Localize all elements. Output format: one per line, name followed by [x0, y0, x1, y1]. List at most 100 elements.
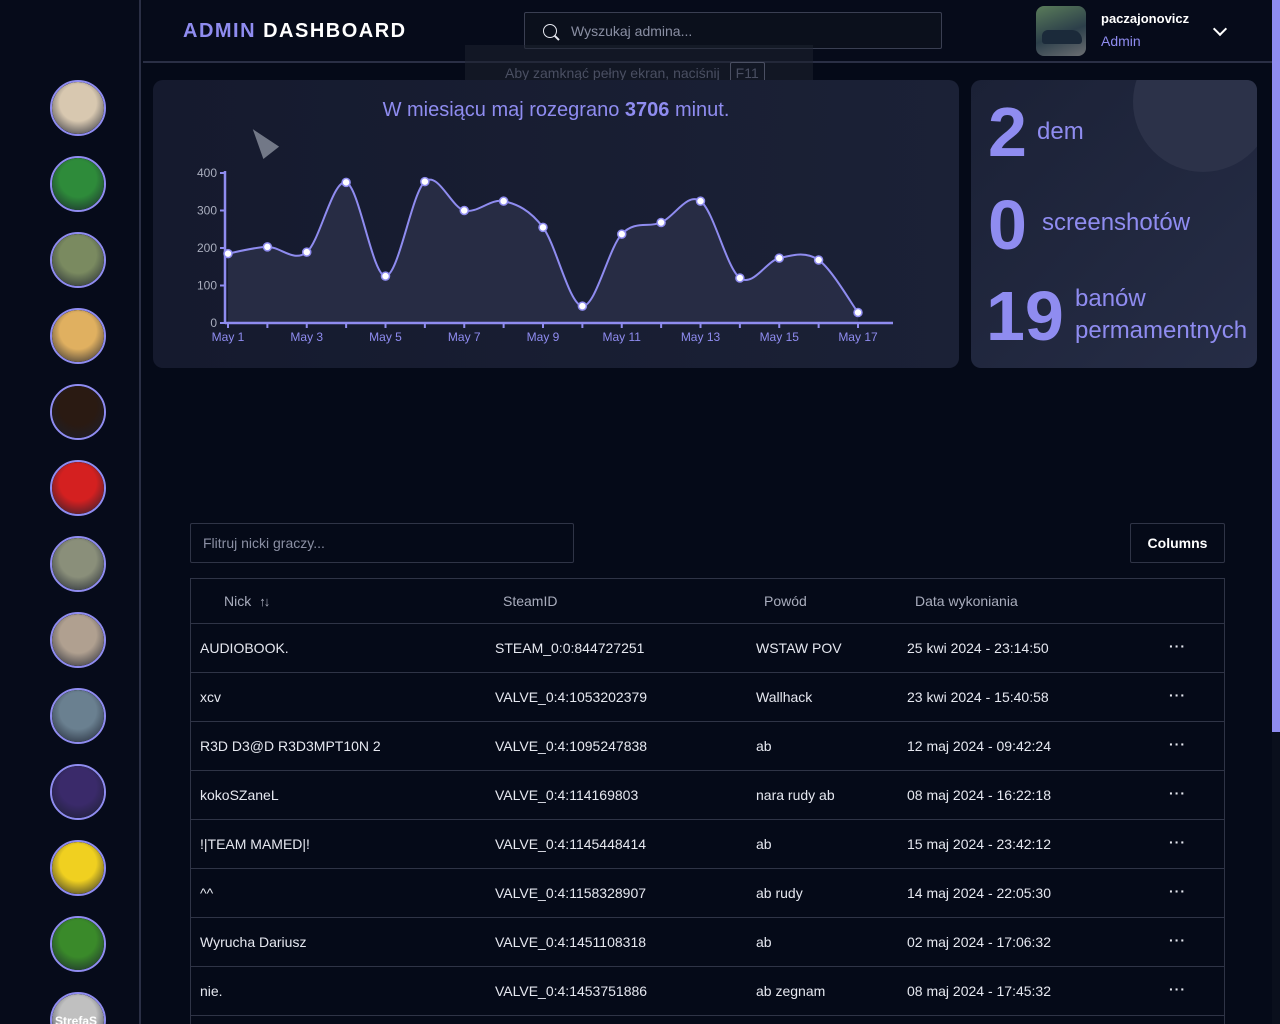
data-point: [341, 177, 351, 188]
cell-steamid: VALVE_0:4:1053202379: [495, 689, 648, 705]
header-nick[interactable]: Nick ↑↓: [224, 593, 270, 609]
cell-reason: ab zegnam: [756, 983, 826, 999]
data-point: [538, 222, 548, 233]
data-point: [302, 247, 312, 257]
cell-reason: WSTAW POV: [756, 640, 842, 656]
cell-steamid: VALVE_0:4:1451108318: [495, 934, 647, 950]
cell-nick: ^^: [200, 885, 214, 901]
data-point: [498, 196, 509, 206]
table-row[interactable]: ^^ VALVE_0:4:1158328907 ab rudy 14 maj 2024…: [191, 869, 1224, 918]
data-point: [695, 196, 706, 206]
data-point: [656, 217, 666, 228]
scrollbar-thumb[interactable]: [1272, 0, 1280, 732]
avatar-image: [52, 386, 104, 438]
row-menu-icon[interactable]: ···: [1169, 834, 1186, 850]
table-row[interactable]: xcv VALVE_0:4:1053202379 Wallhack 23 kwi 20…: [191, 673, 1224, 722]
row-menu-icon[interactable]: ···: [1169, 932, 1186, 948]
sidebar-avatar-1[interactable]: [50, 80, 106, 136]
data-point: [420, 176, 430, 187]
cell-date: 14 maj 2024 - 22:05:30: [907, 885, 1051, 901]
cell-date: 02 maj 2024 - 17:06:32: [907, 934, 1051, 950]
sidebar-avatar-5[interactable]: [50, 384, 106, 440]
user-avatar[interactable]: [1036, 6, 1086, 56]
avatar-image: [52, 82, 104, 134]
sidebar-avatar-4[interactable]: [50, 308, 106, 364]
header-reason: Powód: [764, 593, 807, 609]
cell-steamid: VALVE_0:4:1158328907: [495, 885, 647, 901]
row-menu-icon[interactable]: ···: [1169, 785, 1186, 801]
cell-nick: AUDIOBOOK.: [200, 640, 289, 656]
table-row[interactable]: kokoSZaneL VALVE_0:4:114169803 nara rudy a…: [191, 771, 1224, 820]
table-row[interactable]: nie. VALVE_0:4:1453751886 ab zegnam 08 maj …: [191, 967, 1224, 1016]
x-tick-label: May 13: [681, 330, 721, 344]
cell-nick: !|TEAM MAMED|!: [200, 836, 310, 852]
y-tick-label: 100: [197, 279, 217, 293]
cell-nick: kokoSZaneL: [200, 787, 279, 803]
avatar-image: [52, 918, 104, 970]
table-row[interactable]: !|TEAM MAMED|! VALVE_0:4:1145448414 ab 15 m…: [191, 820, 1224, 869]
table-row[interactable]: R3D D3@D R3D3MPT10N 2 VALVE_0:4:109524783…: [191, 722, 1224, 771]
cell-date: 15 maj 2024 - 23:42:12: [907, 836, 1051, 852]
row-menu-icon[interactable]: ···: [1169, 981, 1186, 997]
table-row[interactable]: AUDIOBOOK. STEAM_0:0:844727251 WSTAW POV 25…: [191, 624, 1224, 673]
sidebar-avatar-2[interactable]: [50, 156, 106, 212]
y-tick-label: 300: [197, 204, 217, 218]
columns-button[interactable]: Columns: [1130, 523, 1225, 563]
data-point: [577, 301, 588, 311]
cell-steamid: STEAM_0:0:844727251: [495, 640, 645, 656]
table-row[interactable]: Wyrucha Dariusz VALVE_0:4:1451108318 ab 02 …: [191, 918, 1224, 967]
row-menu-icon[interactable]: ···: [1169, 638, 1186, 654]
sidebar-avatar-7[interactable]: [50, 536, 106, 592]
avatar-image: [52, 462, 104, 514]
cell-nick: nie.: [200, 983, 223, 999]
nick-filter[interactable]: [190, 523, 574, 563]
bans-table: Nick ↑↓ SteamID Powód Data wykoniania AUD…: [190, 578, 1225, 1024]
search-input[interactable]: [571, 17, 931, 45]
header-nick-label: Nick: [224, 593, 252, 609]
row-menu-icon[interactable]: ···: [1169, 883, 1186, 899]
nick-filter-input[interactable]: [191, 524, 573, 562]
avatar-label: StrefaS: [55, 1014, 98, 1024]
search-box[interactable]: [524, 12, 942, 49]
cell-date: 08 maj 2024 - 16:22:18: [907, 787, 1051, 803]
playtime-chart-card: W miesiącu maj rozegrano 3706 minut. 0 10…: [153, 80, 959, 368]
sidebar-avatar-6[interactable]: [50, 460, 106, 516]
sidebar-avatar-9[interactable]: [50, 688, 106, 744]
x-tick-label: May 15: [760, 330, 800, 344]
table-header: Nick ↑↓ SteamID Powód Data wykoniania: [191, 579, 1224, 624]
sidebar-avatar-11[interactable]: [50, 840, 106, 896]
brand-admin: ADMIN: [183, 20, 257, 42]
cell-reason: ab rudy: [756, 885, 803, 901]
cell-reason: ab: [756, 738, 772, 754]
data-point: [617, 229, 627, 239]
sidebar-avatar-8[interactable]: [50, 612, 106, 668]
username: paczajonovicz: [1101, 11, 1190, 26]
sort-icon[interactable]: ↑↓: [259, 594, 270, 609]
sidebar-avatar-3[interactable]: [50, 232, 106, 288]
x-tick-label: May 7: [448, 330, 481, 344]
cell-date: 23 kwi 2024 - 15:40:58: [907, 689, 1049, 705]
cell-steamid: VALVE_0:4:114169803: [495, 787, 639, 803]
cell-reason: nara rudy ab: [756, 787, 835, 803]
row-menu-icon[interactable]: ···: [1169, 736, 1186, 752]
y-tick-label: 200: [197, 241, 217, 255]
row-menu-icon[interactable]: ···: [1169, 687, 1186, 703]
data-point: [459, 205, 469, 216]
avatar-image: [52, 310, 104, 362]
user-role: Admin: [1101, 33, 1141, 49]
chevron-down-icon[interactable]: [1212, 21, 1228, 37]
dem-count: 2: [988, 93, 1027, 171]
sidebar-avatar-13[interactable]: StrefaS: [50, 992, 106, 1024]
x-tick-label: May 11: [603, 330, 642, 344]
dem-label: dem: [1037, 118, 1084, 145]
sidebar-avatar-12[interactable]: [50, 916, 106, 972]
series-area: [228, 179, 858, 323]
cell-nick: Wyrucha Dariusz: [200, 934, 307, 950]
bans-label-2: permamentnych: [1075, 317, 1248, 344]
sidebar-avatar-10[interactable]: [50, 764, 106, 820]
sidebar: StrefaS: [0, 0, 141, 1024]
avatar-image: [52, 690, 104, 742]
search-icon: [543, 24, 557, 38]
cell-date: 08 maj 2024 - 17:45:32: [907, 983, 1051, 999]
cell-reason: ab: [756, 934, 772, 950]
